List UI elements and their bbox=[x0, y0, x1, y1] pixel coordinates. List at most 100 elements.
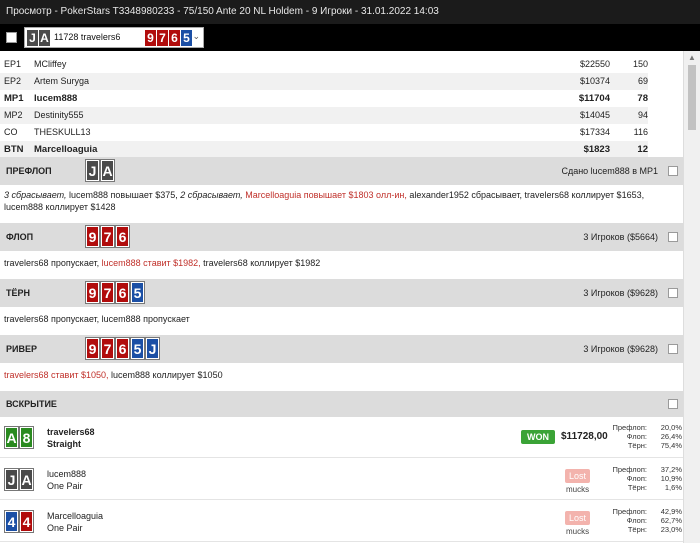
equity-value: 75,4% bbox=[660, 441, 682, 450]
equity-label: Префлоп: bbox=[612, 465, 647, 474]
card: J bbox=[145, 337, 160, 360]
action-text-highlight: travelers68 ставит $1050, bbox=[4, 370, 109, 380]
equity-value: 20,0% bbox=[660, 423, 682, 432]
equity-value: 23,0% bbox=[660, 525, 682, 534]
mucks-label: mucks bbox=[566, 485, 590, 494]
equity-label: Префлоп: bbox=[612, 507, 647, 516]
player-row: CO THESKULL13 $17334 116 bbox=[0, 124, 683, 141]
showdown-player-name: lucem888 bbox=[47, 469, 87, 479]
street-name: РИВЕР bbox=[6, 344, 37, 354]
equity-stats: Префлоп: 20,0% Флоп: 26,4% Тёрн: 75,4% bbox=[605, 423, 682, 450]
scrollbar-thumb[interactable] bbox=[688, 65, 696, 130]
window-title: Просмотр - PokerStars T3348980233 - 75/1… bbox=[0, 0, 700, 24]
equity-label: Тёрн: bbox=[627, 525, 647, 534]
street-checkbox[interactable] bbox=[668, 232, 678, 242]
card: A bbox=[4, 426, 19, 449]
board-card: 9 bbox=[145, 30, 156, 46]
street-actions-turn: travelers68 пропускает, lucem888 пропуск… bbox=[4, 313, 679, 325]
street-checkbox[interactable] bbox=[668, 399, 678, 409]
street-header-showdown: ВСКРЫТИЕ bbox=[0, 391, 683, 417]
scroll-up-icon[interactable]: ▲ bbox=[688, 53, 696, 62]
player-stack: $10374 bbox=[579, 76, 610, 86]
equity-label: Префлоп: bbox=[612, 423, 647, 432]
card: A bbox=[19, 468, 34, 491]
hand-toolbar: J A 11728 travelers6 9 7 6 5 J ⌄ bbox=[0, 24, 700, 51]
street-actions-preflop: 3 сбрасывает, lucem888 повышает $375, 2 … bbox=[4, 189, 679, 213]
street-name: ТЁРН bbox=[6, 288, 31, 298]
player-row: EP2 Artem Suryga $10374 69 bbox=[0, 73, 683, 90]
equity-label: Тёрн: bbox=[627, 441, 647, 450]
showdown-hand-rank: One Pair bbox=[47, 523, 83, 533]
player-stack: $11704 bbox=[578, 93, 610, 104]
street-checkbox[interactable] bbox=[668, 166, 678, 176]
showdown-hand-rank: Straight bbox=[47, 439, 82, 449]
card: 8 bbox=[19, 426, 34, 449]
player-name: MCliffey bbox=[34, 59, 67, 69]
street-checkbox[interactable] bbox=[668, 288, 678, 298]
street-name: ПРЕФЛОП bbox=[6, 166, 52, 176]
card: 5 bbox=[130, 281, 145, 304]
action-text: 3 сбрасывает, bbox=[4, 190, 67, 200]
vertical-scrollbar[interactable]: ▲ bbox=[683, 51, 700, 543]
select-hand-checkbox[interactable] bbox=[6, 32, 17, 43]
card: 7 bbox=[100, 225, 115, 248]
action-text: travelers68 пропускает, lucem888 пропуск… bbox=[4, 314, 190, 324]
showdown-player-name: travelers68 bbox=[47, 427, 95, 437]
player-stack: $1823 bbox=[583, 144, 610, 155]
equity-stats: Префлоп: 37,2% Флоп: 10,9% Тёрн: 1,6% bbox=[605, 465, 682, 492]
chevron-down-icon[interactable]: ⌄ bbox=[192, 31, 200, 42]
player-stack: $14045 bbox=[579, 110, 610, 120]
street-info: 3 Игроков ($5664) bbox=[583, 232, 658, 242]
showdown-row: 4 4 Marcelloaguia One Pair Lost mucks Пр… bbox=[0, 501, 683, 542]
player-stack: $17334 bbox=[579, 127, 610, 137]
player-row: BTN Marcelloaguia $1823 12 bbox=[0, 141, 683, 158]
player-position: MP1 bbox=[4, 93, 24, 104]
showdown-row: A 8 travelers68 Straight WON $11728,00 П… bbox=[0, 417, 683, 458]
player-bb: 12 bbox=[637, 144, 648, 155]
hole-card: J bbox=[27, 30, 38, 46]
showdown-hand-rank: One Pair bbox=[47, 481, 83, 491]
street-header-turn: ТЁРН 9 7 6 5 3 Игроков ($9628) bbox=[0, 279, 683, 307]
player-row: MP2 Destinity555 $14045 94 bbox=[0, 107, 683, 124]
card: 5 bbox=[130, 337, 145, 360]
street-header-preflop: ПРЕФЛОП J A Сдано lucem888 в MP1 bbox=[0, 157, 683, 185]
card: 9 bbox=[85, 225, 100, 248]
hand-dropdown[interactable]: J A 11728 travelers6 9 7 6 5 J ⌄ bbox=[24, 27, 204, 48]
board-card: 7 bbox=[157, 30, 168, 46]
player-position: CO bbox=[4, 127, 18, 137]
action-text: travelers68 коллирует $1982 bbox=[200, 258, 321, 268]
card: J bbox=[4, 468, 19, 491]
equity-value: 37,2% bbox=[660, 465, 682, 474]
card: 7 bbox=[100, 281, 115, 304]
street-info: 3 Игроков ($9628) bbox=[583, 344, 658, 354]
player-bb: 69 bbox=[637, 76, 648, 86]
street-header-river: РИВЕР 9 7 6 5 J 3 Игроков ($9628) bbox=[0, 335, 683, 363]
hole-card: A bbox=[39, 30, 50, 46]
equity-value: 10,9% bbox=[660, 474, 682, 483]
equity-value: 62,7% bbox=[660, 516, 682, 525]
card: A bbox=[100, 159, 115, 182]
player-row-hero: MP1 lucem888 $11704 78 bbox=[0, 90, 683, 107]
street-name: ВСКРЫТИЕ bbox=[6, 399, 57, 409]
action-text-highlight: Marcelloaguia повышает $1803 олл-ин, bbox=[242, 190, 407, 200]
card: J bbox=[85, 159, 100, 182]
street-name: ФЛОП bbox=[6, 232, 34, 242]
won-amount: $11728,00 bbox=[561, 431, 608, 442]
equity-label: Флоп: bbox=[626, 516, 647, 525]
equity-stats: Префлоп: 42,9% Флоп: 62,7% Тёрн: 23,0% bbox=[605, 507, 682, 534]
won-badge: WON bbox=[521, 430, 555, 444]
player-stack: $22550 bbox=[579, 59, 610, 69]
player-bb: 116 bbox=[633, 127, 648, 137]
street-header-flop: ФЛОП 9 7 6 3 Игроков ($5664) bbox=[0, 223, 683, 251]
equity-value: 42,9% bbox=[660, 507, 682, 516]
equity-value: 1,6% bbox=[664, 483, 682, 492]
player-name: THESKULL13 bbox=[34, 127, 91, 137]
card: 4 bbox=[19, 510, 34, 533]
street-info: Сдано lucem888 в MP1 bbox=[561, 166, 658, 176]
player-name: Marcelloaguia bbox=[34, 144, 98, 155]
card: 7 bbox=[100, 337, 115, 360]
street-actions-river: travelers68 ставит $1050, lucem888 колли… bbox=[4, 369, 679, 381]
card: 9 bbox=[85, 337, 100, 360]
equity-label: Флоп: bbox=[626, 474, 647, 483]
street-checkbox[interactable] bbox=[668, 344, 678, 354]
